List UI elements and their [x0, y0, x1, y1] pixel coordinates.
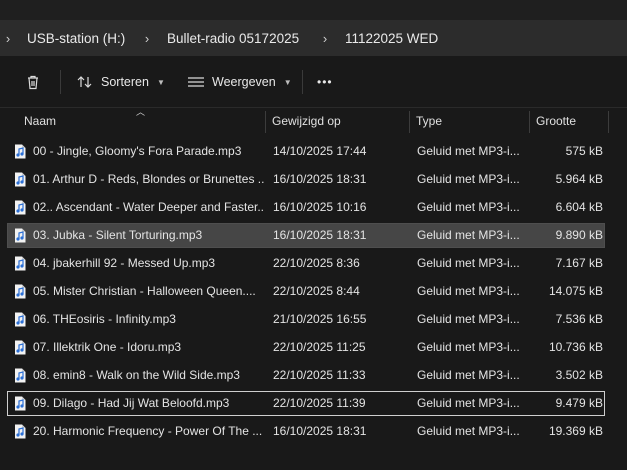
breadcrumb-bullet-radio[interactable]: Bullet-radio 05172025: [167, 31, 299, 46]
audio-file-icon: [15, 256, 26, 271]
file-modified: 16/10/2025 18:31: [273, 172, 367, 186]
address-bar[interactable]: › USB-station (H:) › Bullet-radio 051720…: [0, 20, 627, 56]
column-header-size[interactable]: Grootte: [536, 109, 576, 134]
file-type: Geluid met MP3-i...: [417, 312, 520, 326]
audio-file-icon: [15, 200, 26, 215]
file-modified: 22/10/2025 11:39: [273, 396, 366, 410]
file-modified: 22/10/2025 11:25: [273, 340, 366, 354]
column-header-modified[interactable]: Gewijzigd op: [272, 109, 341, 134]
file-name: 00 - Jingle, Gloomy's Fora Parade.mp3: [33, 144, 242, 158]
file-name: 06. THEosiris - Infinity.mp3: [33, 312, 176, 326]
file-name: 05. Mister Christian - Halloween Queen..…: [33, 284, 256, 298]
audio-file-icon: [15, 172, 26, 187]
delete-button[interactable]: [24, 70, 42, 94]
file-row[interactable]: 01. Arthur D - Reds, Blondes or Brunette…: [7, 167, 605, 192]
audio-file-icon: [15, 284, 26, 299]
file-modified: 22/10/2025 8:44: [273, 284, 360, 298]
file-name: 08. emin8 - Walk on the Wild Side.mp3: [33, 368, 240, 382]
file-size: 19.369 kB: [548, 424, 603, 438]
chevron-right-icon[interactable]: ›: [2, 31, 14, 46]
audio-file-icon: [15, 396, 26, 411]
file-modified: 21/10/2025 16:55: [273, 312, 367, 326]
audio-file-icon: [15, 368, 26, 383]
column-header-type[interactable]: Type: [416, 109, 442, 134]
file-modified: 16/10/2025 18:31: [273, 424, 367, 438]
column-header-name[interactable]: Naam: [24, 109, 56, 134]
file-name: 07. Illektrik One - Idoru.mp3: [33, 340, 182, 354]
file-name: 03. Jubka - Silent Torturing.mp3: [33, 228, 203, 242]
file-type: Geluid met MP3-i...: [417, 256, 520, 270]
file-type: Geluid met MP3-i...: [417, 396, 520, 410]
file-size: 6.604 kB: [555, 200, 603, 214]
file-modified: 16/10/2025 10:16: [273, 200, 367, 214]
file-row[interactable]: 02.. Ascendant - Water Deeper and Faster…: [7, 195, 605, 220]
trash-icon: [28, 75, 38, 90]
file-type: Geluid met MP3-i...: [417, 424, 520, 438]
audio-file-icon: [15, 144, 26, 159]
file-size: 575 kB: [565, 144, 603, 158]
file-row[interactable]: 08. emin8 - Walk on the Wild Side.mp3 22/…: [7, 363, 605, 388]
file-name: 01. Arthur D - Reds, Blondes or Brunette…: [33, 172, 265, 186]
file-row[interactable]: 20. Harmonic Frequency - Power Of The ..…: [7, 419, 605, 444]
file-row[interactable]: 07. Illektrik One - Idoru.mp3 22/10/2025 …: [7, 335, 605, 360]
file-size: 9.479 kB: [555, 396, 603, 410]
chevron-right-icon[interactable]: ›: [319, 31, 331, 46]
column-header-row: ︿ Naam Gewijzigd op Type Grootte: [0, 107, 627, 134]
file-row[interactable]: 03. Jubka - Silent Torturing.mp3 16/10/20…: [7, 223, 605, 248]
more-options-button[interactable]: •••: [317, 70, 333, 94]
column-divider[interactable]: [529, 111, 530, 133]
file-size: 14.075 kB: [548, 284, 603, 298]
file-name: 02.. Ascendant - Water Deeper and Faster…: [33, 200, 265, 214]
toolbar-divider: [60, 70, 61, 94]
file-size: 10.736 kB: [548, 340, 603, 354]
file-modified: 22/10/2025 11:33: [273, 368, 366, 382]
file-type: Geluid met MP3-i...: [417, 172, 520, 186]
chevron-down-icon: ▼: [283, 77, 292, 87]
sort-ascending-icon: ︿: [136, 107, 146, 117]
sort-icon: [77, 76, 92, 88]
audio-file-icon: [15, 228, 26, 243]
file-size: 9.890 kB: [555, 228, 603, 242]
file-row[interactable]: 05. Mister Christian - Halloween Queen..…: [7, 279, 605, 304]
file-row[interactable]: 06. THEosiris - Infinity.mp3 21/10/2025 1…: [7, 307, 605, 332]
chevron-right-icon[interactable]: ›: [141, 31, 153, 46]
file-type: Geluid met MP3-i...: [417, 144, 520, 158]
file-name: 20. Harmonic Frequency - Power Of The ..…: [33, 424, 263, 438]
file-modified: 16/10/2025 18:31: [273, 228, 367, 242]
toolbar-divider: [302, 70, 303, 94]
file-type: Geluid met MP3-i...: [417, 200, 520, 214]
file-name: 09. Dilago - Had Jij Wat Beloofd.mp3: [33, 396, 230, 410]
file-type: Geluid met MP3-i...: [417, 228, 520, 242]
file-size: 5.964 kB: [555, 172, 603, 186]
file-size: 7.167 kB: [555, 256, 603, 270]
sort-button[interactable]: Sorteren ▼: [76, 70, 165, 94]
audio-file-icon: [15, 424, 26, 439]
file-modified: 14/10/2025 17:44: [273, 144, 367, 158]
file-modified: 22/10/2025 8:36: [273, 256, 360, 270]
file-row[interactable]: 09. Dilago - Had Jij Wat Beloofd.mp3 22/1…: [7, 391, 605, 416]
file-name: 04. jbakerhill 92 - Messed Up.mp3: [33, 256, 216, 270]
breadcrumb-usb-station[interactable]: USB-station (H:): [27, 31, 125, 46]
file-row[interactable]: 04. jbakerhill 92 - Messed Up.mp3 22/10/2…: [7, 251, 605, 276]
column-divider[interactable]: [608, 111, 609, 133]
sort-label: Sorteren: [101, 75, 149, 89]
audio-file-icon: [15, 340, 26, 355]
file-row[interactable]: 00 - Jingle, Gloomy's Fora Parade.mp3 14/…: [7, 139, 605, 164]
view-button[interactable]: Weergeven ▼: [187, 70, 292, 94]
view-icon: [188, 77, 204, 87]
breadcrumb-current-folder[interactable]: 11122025 WED: [345, 31, 438, 46]
command-bar: Sorteren ▼ Weergeven ▼ •••: [0, 56, 627, 108]
column-divider[interactable]: [409, 111, 410, 133]
file-type: Geluid met MP3-i...: [417, 368, 520, 382]
view-label: Weergeven: [212, 75, 276, 89]
chevron-down-icon: ▼: [156, 77, 165, 87]
file-type: Geluid met MP3-i...: [417, 340, 520, 354]
column-divider[interactable]: [265, 111, 266, 133]
file-size: 7.536 kB: [555, 312, 603, 326]
file-size: 3.502 kB: [555, 368, 603, 382]
title-strip: [0, 0, 627, 20]
audio-file-icon: [15, 312, 26, 327]
file-type: Geluid met MP3-i...: [417, 284, 520, 298]
